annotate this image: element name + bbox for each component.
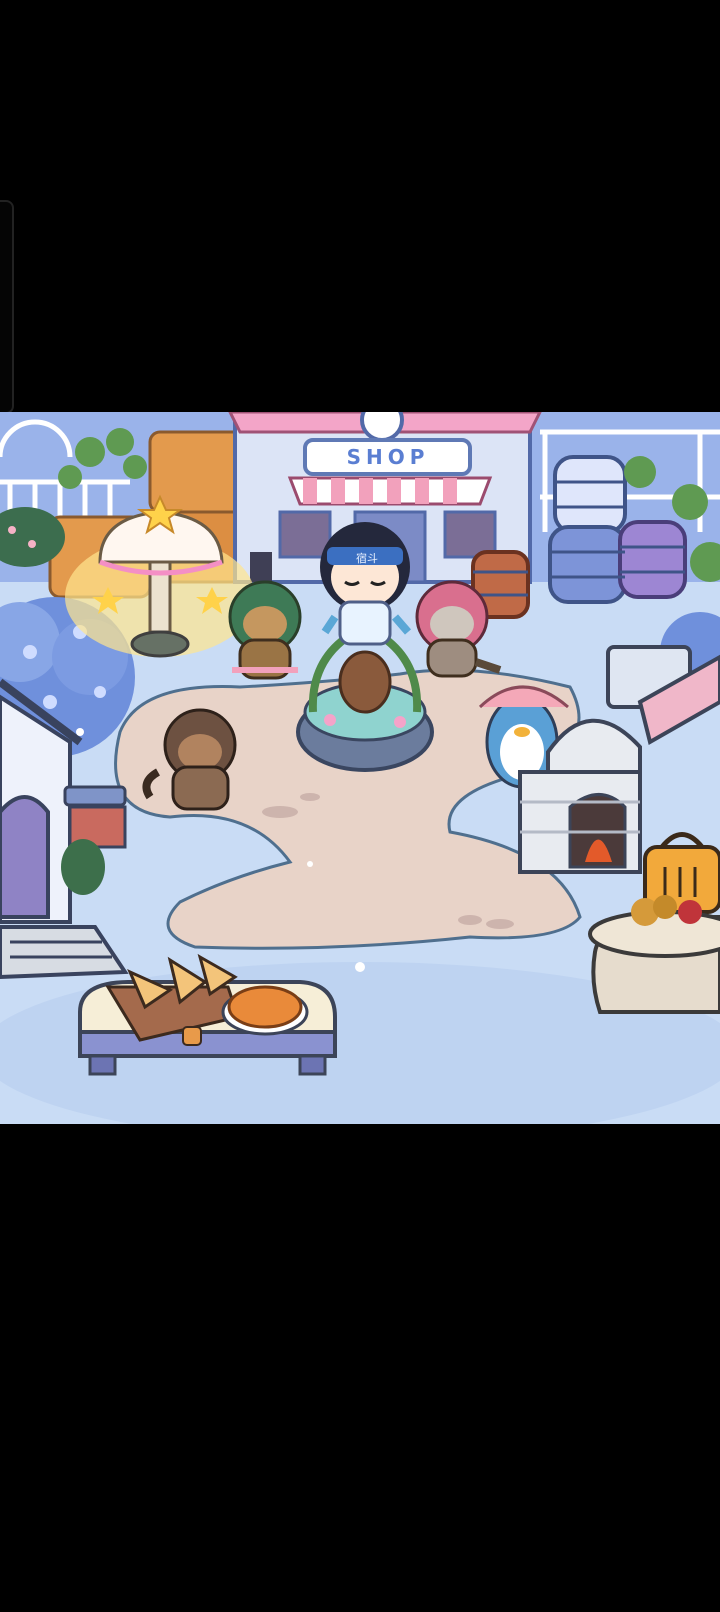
- bottom-letterbox: [0, 1124, 720, 1612]
- character-headband-text: 宿斗: [356, 552, 378, 565]
- raccoon-green-hood: [228, 580, 302, 680]
- top-letterbox: [0, 0, 720, 412]
- edge-handle[interactable]: [0, 200, 14, 414]
- game-scene[interactable]: [0, 412, 720, 1124]
- shop-sign: SHOP: [346, 445, 430, 469]
